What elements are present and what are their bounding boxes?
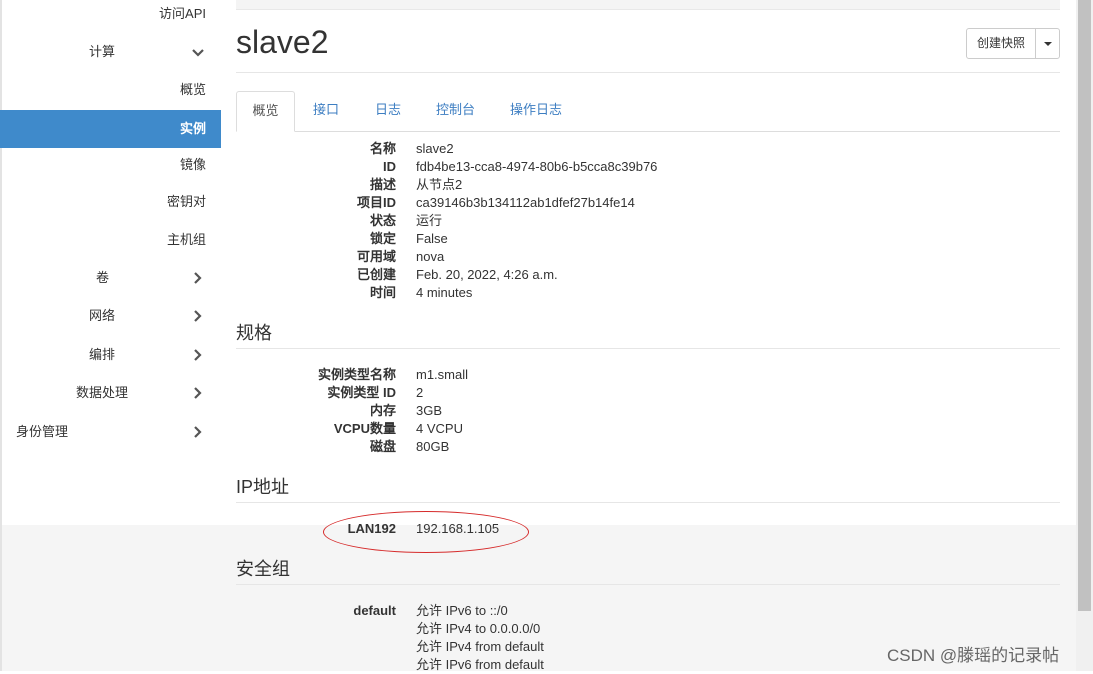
detail-value: 允许 IPv4 from default <box>416 639 544 654</box>
detail-row: 内存 3GB <box>0 402 1093 420</box>
detail-label: ID <box>383 159 396 174</box>
detail-label: 已创建 <box>356 267 396 282</box>
tab-action-log[interactable]: 操作日志 <box>510 91 562 131</box>
title-divider <box>236 72 1060 73</box>
sidebar-item-label: 实例 <box>179 121 206 136</box>
detail-label: 实例类型名称 <box>317 367 396 382</box>
section-title-security-groups: 安全组 <box>236 559 290 579</box>
detail-row: 项目ID ca39146b3b134112ab1dfef27b14fe14 <box>0 194 1093 212</box>
tab-bar: 概览 接口 日志 控制台 操作日志 <box>236 91 1060 132</box>
detail-value: ca39146b3b134112ab1dfef27b14fe14 <box>416 195 635 210</box>
sidebar-item-compute[interactable]: 计算 <box>0 33 221 71</box>
sidebar-item-label: 访问API <box>159 6 206 21</box>
detail-value: 允许 IPv6 to ::/0 <box>416 603 508 618</box>
tab-log[interactable]: 日志 <box>375 91 401 131</box>
detail-label: 磁盘 <box>369 439 396 454</box>
sidebar-item-label: 计算 <box>89 44 116 59</box>
detail-row: 实例类型 ID 2 <box>0 384 1093 402</box>
create-snapshot-button[interactable]: 创建快照 <box>967 29 1037 58</box>
detail-row: 可用域 nova <box>0 248 1093 266</box>
detail-value: 4 VCPU <box>416 421 463 436</box>
detail-label: 实例类型 ID <box>327 385 396 400</box>
detail-label: 时间 <box>369 285 396 300</box>
detail-label: 状态 <box>369 213 396 228</box>
detail-value: 3GB <box>416 403 443 418</box>
vertical-scrollbar-thumb[interactable] <box>1078 0 1091 611</box>
sidebar-item-api-access[interactable]: 访问API <box>0 0 221 33</box>
detail-label: 描述 <box>369 177 396 192</box>
detail-value: 从节点2 <box>416 177 463 192</box>
detail-row: LAN192 192.168.1.105 <box>0 520 1093 538</box>
detail-row: 锁定 False <box>0 230 1093 248</box>
detail-row: VCPU数量 4 VCPU <box>0 420 1093 438</box>
detail-value: fdb4be13-cca8-4974-80b6-b5cca8c39b76 <box>416 159 658 174</box>
detail-row: 磁盘 80GB <box>0 438 1093 456</box>
chevron-right-icon <box>191 297 205 335</box>
red-annotation-ellipse <box>323 511 529 553</box>
detail-label: 名称 <box>369 141 396 156</box>
detail-value: False <box>416 231 448 246</box>
more-actions-dropdown-button[interactable] <box>1036 29 1059 58</box>
detail-value: Feb. 20, 2022, 4:26 a.m. <box>416 267 558 282</box>
detail-row: 名称 slave2 <box>0 140 1093 158</box>
tab-console[interactable]: 控制台 <box>436 91 475 131</box>
detail-value: 允许 IPv6 from default <box>416 657 544 672</box>
section-divider <box>236 584 1060 585</box>
detail-row: 描述 从节点2 <box>0 176 1093 194</box>
sidebar-item-network[interactable]: 网络 <box>0 297 221 335</box>
chevron-down-icon <box>191 33 205 71</box>
detail-label: VCPU数量 <box>333 421 396 436</box>
detail-label: 项目ID <box>356 195 396 210</box>
detail-label: 可用域 <box>356 249 396 264</box>
detail-value: 运行 <box>416 213 443 228</box>
sidebar-item-label: 网络 <box>89 308 116 323</box>
detail-value: nova <box>416 249 445 264</box>
detail-label: 内存 <box>369 403 396 418</box>
section-title-ip: IP地址 <box>236 477 290 497</box>
detail-row: default 允许 IPv6 to ::/0 <box>0 602 1093 620</box>
detail-row: 实例类型名称 m1.small <box>0 366 1093 384</box>
detail-label: default <box>353 603 396 618</box>
detail-value: m1.small <box>416 367 469 382</box>
detail-label: 锁定 <box>369 231 396 246</box>
watermark: CSDN @滕瑶的记录帖 <box>887 646 1060 665</box>
section-divider <box>236 502 1060 503</box>
detail-value: 允许 IPv4 to 0.0.0.0/0 <box>416 621 541 636</box>
detail-row: 状态 运行 <box>0 212 1093 230</box>
tab-overview[interactable]: 概览 <box>236 91 295 132</box>
top-strip <box>236 0 1060 10</box>
page-title: slave2 <box>236 24 329 60</box>
detail-row: 允许 IPv4 to 0.0.0.0/0 <box>0 620 1093 638</box>
detail-value: 2 <box>416 385 424 400</box>
section-title-specs: 规格 <box>236 323 272 343</box>
detail-row: 时间 4 minutes <box>0 284 1093 302</box>
detail-row: ID fdb4be13-cca8-4974-80b6-b5cca8c39b76 <box>0 158 1093 176</box>
detail-value: 4 minutes <box>416 285 473 300</box>
snapshot-button-group: 创建快照 <box>966 28 1061 59</box>
section-divider <box>236 348 1060 349</box>
detail-row: 已创建 Feb. 20, 2022, 4:26 a.m. <box>0 266 1093 284</box>
tab-interfaces[interactable]: 接口 <box>313 91 339 131</box>
detail-value: slave2 <box>416 141 454 156</box>
detail-value: 80GB <box>416 439 450 454</box>
sidebar-item-label: 概览 <box>179 82 206 97</box>
sidebar-item-overview[interactable]: 概览 <box>0 71 221 109</box>
